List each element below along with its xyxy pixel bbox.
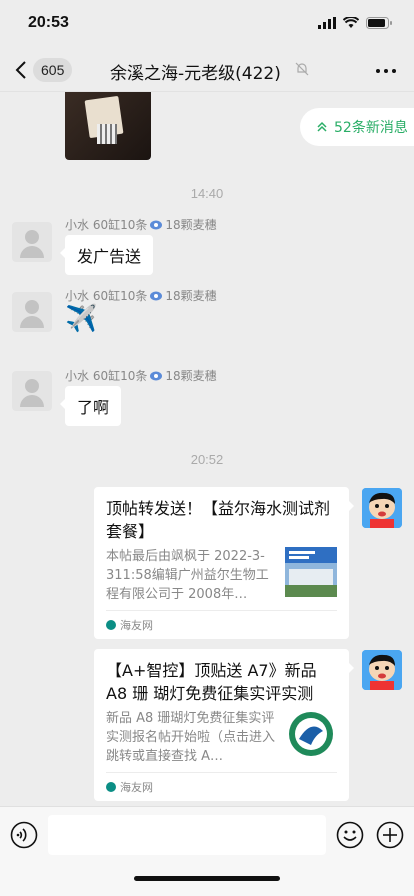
airplane-emoji[interactable]: ✈️ [65,304,97,334]
timestamp: 14:40 [190,186,224,201]
sender-name: 小水 60缸10条 18颗麦穗 [65,289,217,303]
home-indicator [134,876,280,881]
previous-image-message[interactable] [65,92,151,160]
message-bubble[interactable]: 发广告送 [59,235,154,275]
avatar[interactable] [12,371,52,411]
status-time: 20:53 [28,14,69,31]
link-card-thumbnail [285,709,337,759]
voice-input-icon[interactable] [10,821,38,849]
status-bar: 20:53 [0,0,414,48]
more-options-button[interactable] [374,60,398,80]
avatar[interactable] [12,222,52,262]
double-chevron-up-icon [317,121,327,132]
link-card-source: 海友网 [106,772,337,795]
new-messages-button[interactable]: 52条新消息 [300,108,414,146]
input-bar [0,806,414,896]
link-card-description: 新品 A8 珊瑚灯免费征集实评实测报名帖开始啦（点击进入跳转或直接查找 A… [106,711,276,764]
message-input[interactable] [48,815,326,855]
chat-title: 余溪之海-元老级(422) [110,64,281,84]
wifi-icon [343,17,359,28]
status-icons [318,17,392,29]
timestamp: 20:52 [190,452,224,467]
rank-badge-icon [150,371,163,380]
self-avatar[interactable] [362,488,402,528]
link-card-title: 【A+智控】顶贴送 A7》新品A8 珊 瑚灯免费征集实评实测 [106,661,317,703]
link-card[interactable]: 顶帖转发送！【益尔海水测试剂套餐】 本帖最后由飒枫于 2022-3-311:58… [94,487,354,639]
message-bubble[interactable]: 了啊 [59,386,122,426]
new-messages-label: 52条新消息 [334,120,408,136]
unread-count-badge[interactable]: 605 [33,58,73,82]
signal-icon [318,17,336,29]
link-card[interactable]: 【A+智控】顶贴送 A7》新品A8 珊 瑚灯免费征集实评实测 新品 A8 珊瑚灯… [94,649,354,801]
back-icon[interactable] [12,60,32,80]
link-card-description: 本帖最后由飒枫于 2022-3-311:58编辑广州益尔生物工程有限公司于 20… [106,549,269,602]
rank-badge-icon [150,220,163,229]
link-card-title: 顶帖转发送！【益尔海水测试剂套餐】 [106,499,331,541]
avatar[interactable] [12,292,52,332]
source-logo-icon [106,782,116,792]
message-list[interactable]: 52条新消息 14:40 小水 60缸10条 18颗麦穗 发广告送 小水 60缸… [0,92,414,806]
link-card-thumbnail [285,547,337,597]
self-avatar[interactable] [362,650,402,690]
rank-badge-icon [150,291,163,300]
mute-bell-icon [295,62,309,76]
sender-name: 小水 60缸10条 18颗麦穗 [65,369,217,383]
sender-name: 小水 60缸10条 18颗麦穗 [65,218,217,232]
battery-icon [366,17,392,29]
plus-icon[interactable] [376,821,404,849]
link-card-source: 海友网 [106,610,337,633]
emoji-icon[interactable] [336,821,364,849]
chat-header: 605 余溪之海-元老级(422) [0,48,414,92]
source-logo-icon [106,620,116,630]
